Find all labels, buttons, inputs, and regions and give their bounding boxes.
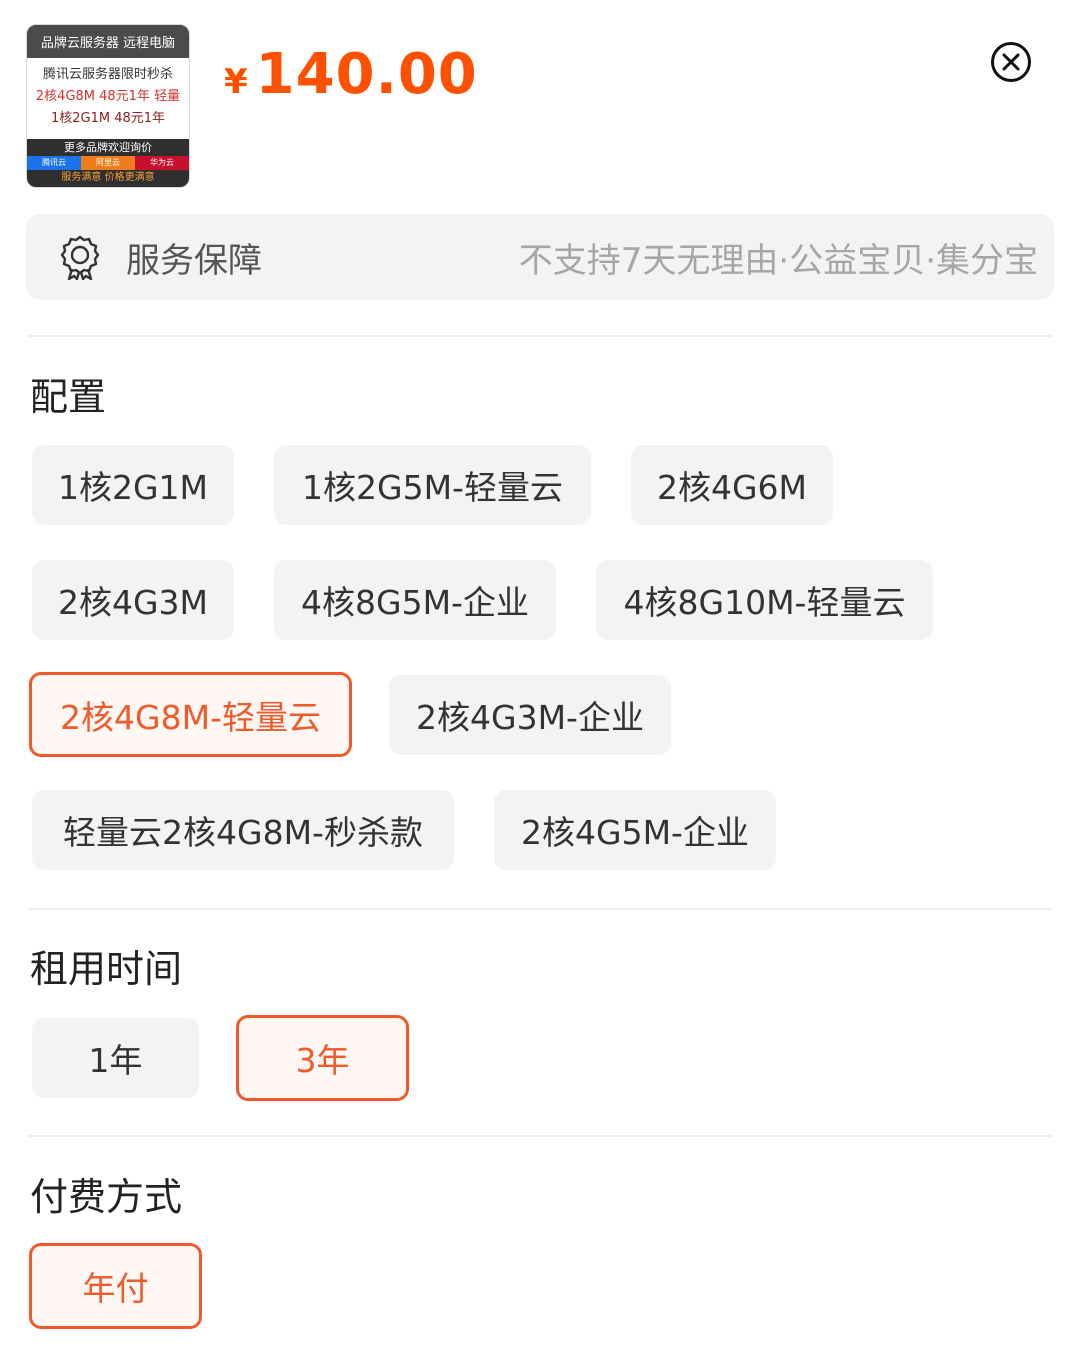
product-thumbnail[interactable]: 品牌云服务器 远程电脑 腾讯云服务器限时秒杀 2核4G8M 48元1年 轻量 1… (26, 24, 190, 188)
service-label: 服务保障 (126, 240, 262, 281)
rental-option-1-year[interactable]: 1年 (32, 1018, 199, 1098)
divider (28, 335, 1052, 337)
thumbnail-bottom: 更多品牌欢迎询价 腾讯云 阿里云 华为云 服务满意 价格更满意 (27, 139, 189, 187)
divider (28, 1135, 1052, 1137)
rental-option-3-years-selected[interactable]: 3年 (236, 1015, 409, 1101)
close-icon (1002, 53, 1020, 71)
brand-tencent: 腾讯云 (27, 156, 81, 170)
thumbnail-bottom-text: 更多品牌欢迎询价 (64, 141, 152, 154)
brand-aliyun: 阿里云 (81, 156, 135, 170)
payment-title: 付费方式 (30, 1175, 183, 1219)
config-option-4c8g10m-light[interactable]: 4核8G10M-轻量云 (596, 560, 933, 640)
divider (28, 908, 1052, 910)
thumbnail-top-text: 品牌云服务器 远程电脑 (27, 25, 189, 58)
thumbnail-line-1: 腾讯云服务器限时秒杀 (42, 67, 173, 82)
service-detail: 不支持7天无理由·公益宝贝·集分宝 (518, 240, 1038, 281)
thumbnail-line-2: 2核4G8M 48元1年 轻量 (35, 89, 181, 104)
badge-icon (60, 235, 100, 280)
config-option-2c4g6m[interactable]: 2核4G6M (631, 445, 833, 525)
config-option-4c8g5m-enterprise[interactable]: 4核8G5M-企业 (274, 560, 556, 640)
price-value: 140.00 (255, 42, 478, 107)
close-button[interactable] (991, 42, 1031, 82)
config-option-2c4g3m[interactable]: 2核4G3M (32, 560, 234, 640)
thumbnail-slogan: 服务满意 价格更满意 (61, 172, 155, 183)
payment-option-annual-selected[interactable]: 年付 (29, 1243, 202, 1329)
currency-symbol: ¥ (224, 62, 248, 102)
service-guarantee-bar[interactable]: 服务保障 不支持7天无理由·公益宝贝·集分宝 (26, 214, 1054, 300)
config-option-1c2g5m-light[interactable]: 1核2G5M-轻量云 (274, 445, 591, 525)
rental-title: 租用时间 (30, 947, 183, 991)
brand-huawei: 华为云 (135, 156, 189, 170)
config-option-2c4g8m-light-selected[interactable]: 2核4G8M-轻量云 (29, 672, 352, 757)
config-option-2c4g5m-enterprise[interactable]: 2核4G5M-企业 (494, 790, 776, 870)
config-option-light-2c4g8m-flash[interactable]: 轻量云2核4G8M-秒杀款 (32, 790, 454, 870)
thumbnail-line-3: 1核2G1M 48元1年 (50, 111, 166, 126)
config-option-2c4g3m-enterprise[interactable]: 2核4G3M-企业 (389, 675, 671, 755)
config-option-1c2g1m[interactable]: 1核2G1M (32, 445, 234, 525)
config-title: 配置 (30, 375, 107, 419)
thumbnail-brands: 腾讯云 阿里云 华为云 (27, 156, 189, 170)
price: ¥ 140.00 (224, 42, 478, 107)
